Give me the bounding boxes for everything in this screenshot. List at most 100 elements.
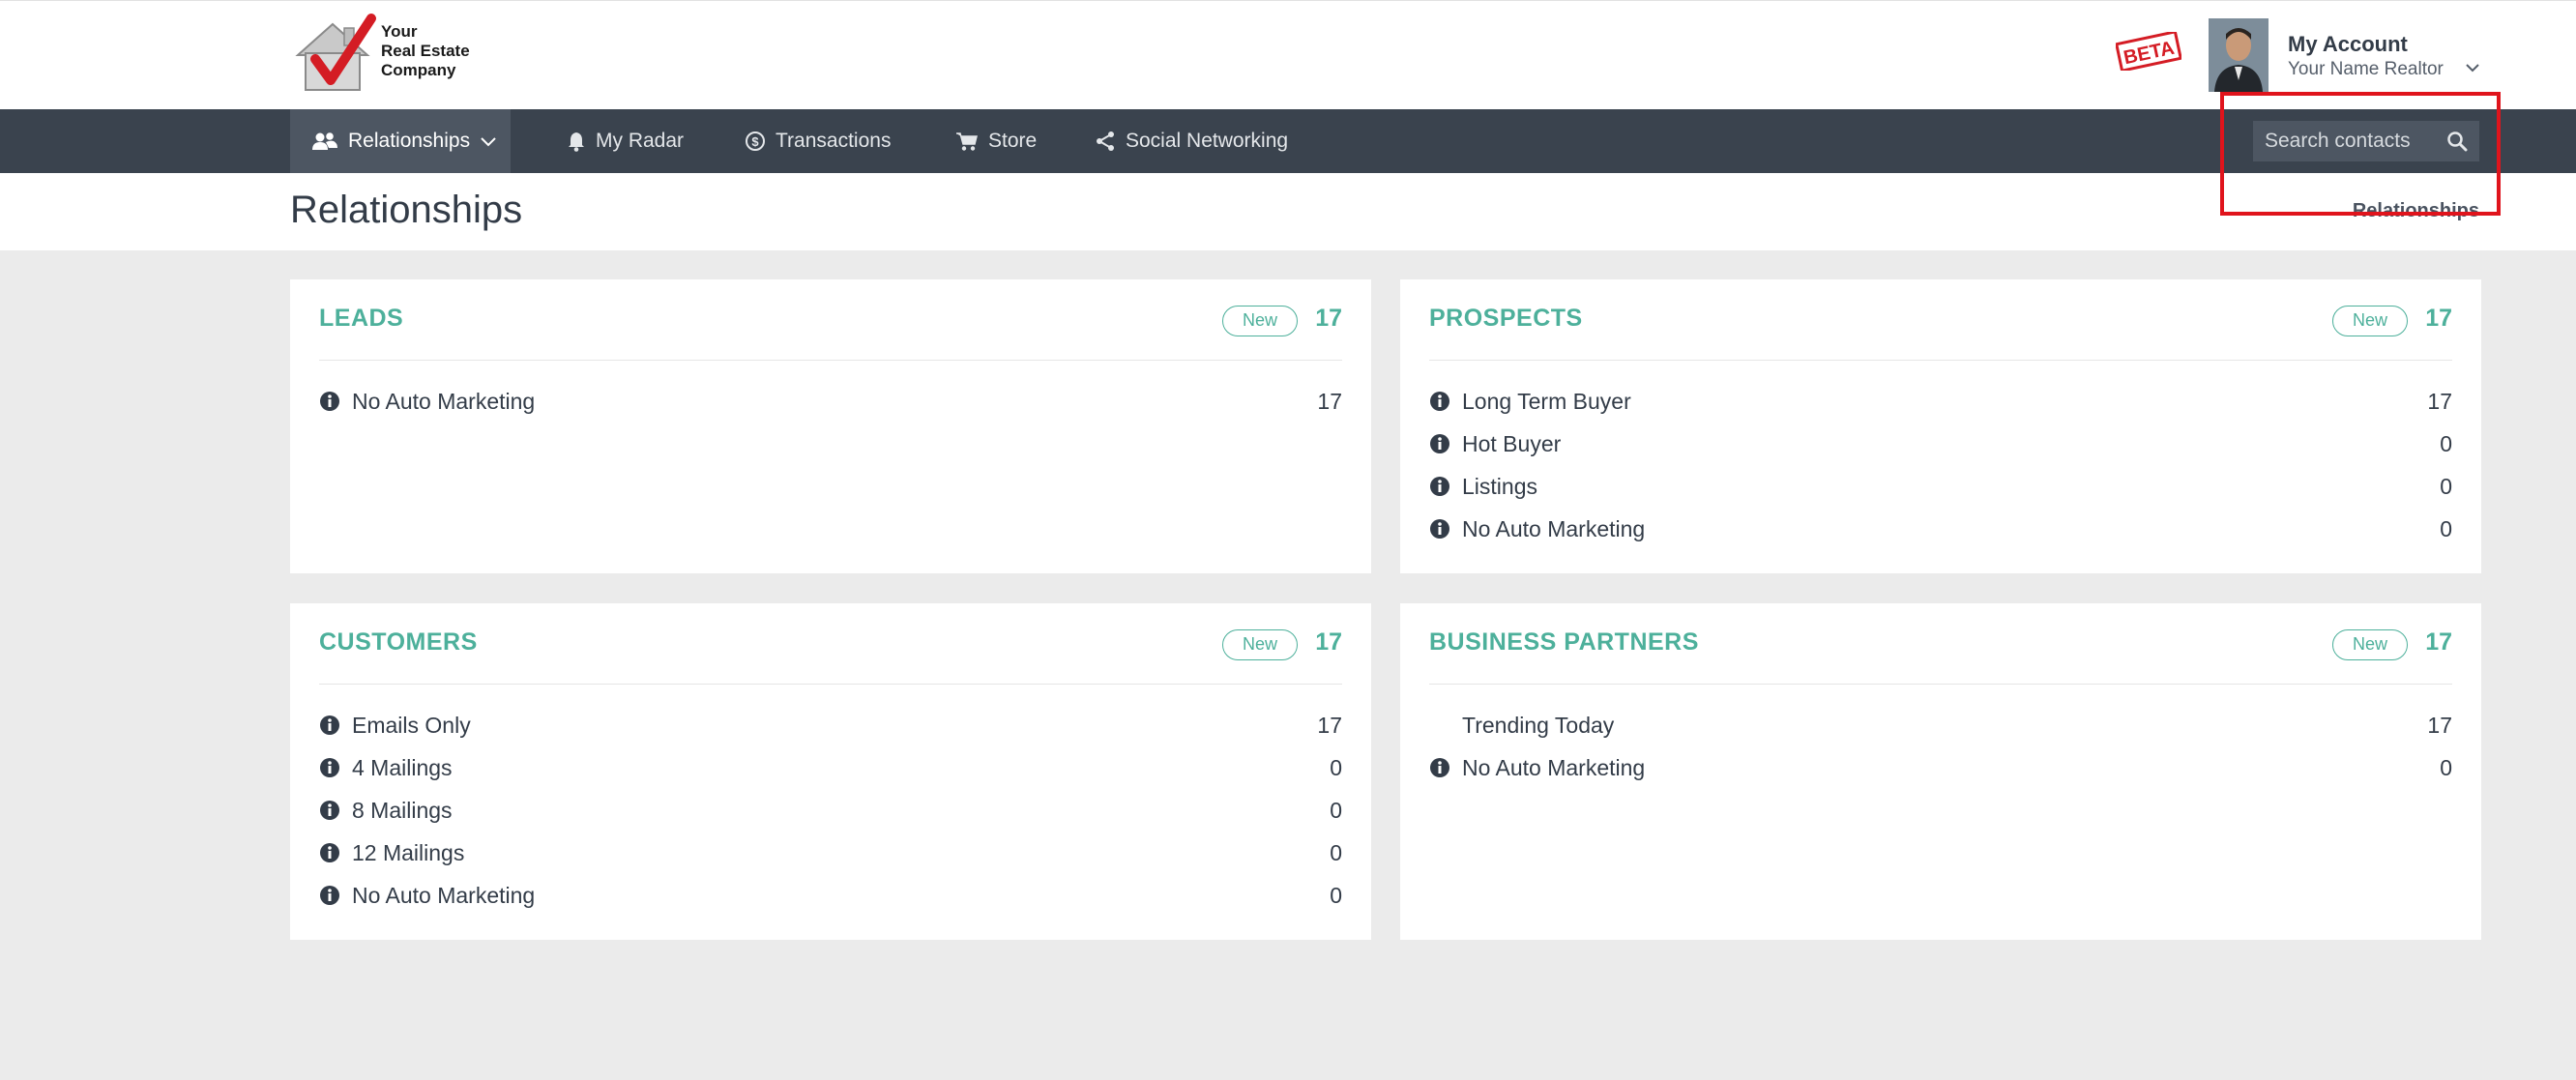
new-button[interactable]: New: [2332, 629, 2408, 660]
people-icon: [312, 132, 337, 150]
nav-relationships[interactable]: Relationships: [290, 109, 511, 173]
row-count: 0: [1330, 754, 1342, 780]
info-icon[interactable]: [1429, 433, 1450, 454]
panel-count[interactable]: 17: [2425, 628, 2452, 657]
panel-list: Trending Today 17 No Auto Marketing 0: [1429, 704, 2452, 789]
new-button[interactable]: New: [1222, 306, 1298, 336]
row-label: Long Term Buyer: [1462, 388, 1631, 414]
row-count: 17: [1317, 712, 1342, 738]
list-item[interactable]: No Auto Marketing 0: [1429, 746, 2452, 789]
page-title: Relationships: [290, 189, 523, 231]
list-item[interactable]: No Auto Marketing 0: [319, 874, 1342, 917]
panel-header: PROSPECTS New 17: [1429, 279, 2452, 361]
info-icon[interactable]: [1429, 476, 1450, 497]
main-nav: Relationships My Radar $ Transactions St…: [0, 109, 2576, 173]
list-item[interactable]: Long Term Buyer 17: [1429, 380, 2452, 423]
list-item[interactable]: Emails Only 17: [319, 704, 1342, 746]
bell-icon: [569, 132, 584, 152]
panel-customers: CUSTOMERS New 17 Emails Only 17 4 Mailin…: [290, 603, 1371, 940]
top-header: Your Real Estate Company BETA My Account…: [0, 0, 2576, 109]
svg-text:$: $: [751, 134, 759, 149]
row-count: 17: [2427, 712, 2452, 738]
panel-business-partners: BUSINESS PARTNERS New 17 Trending Today …: [1400, 603, 2481, 940]
list-item[interactable]: 4 Mailings 0: [319, 746, 1342, 789]
row-label: No Auto Marketing: [352, 388, 536, 414]
search-input[interactable]: [2253, 121, 2437, 161]
panel-header: CUSTOMERS New 17: [319, 603, 1342, 685]
nav-label: Relationships: [348, 130, 471, 152]
row-count: 0: [2440, 515, 2452, 541]
avatar[interactable]: [2209, 18, 2269, 92]
row-count: 17: [1317, 388, 1342, 414]
info-icon[interactable]: [1429, 757, 1450, 778]
info-icon[interactable]: [319, 757, 340, 778]
search-icon[interactable]: [2446, 131, 2468, 152]
info-icon[interactable]: [1429, 518, 1450, 540]
info-icon[interactable]: [319, 715, 340, 736]
dollar-circle-icon: $: [746, 131, 765, 151]
nav-label: Store: [988, 130, 1038, 152]
breadcrumb[interactable]: Relationships: [2353, 200, 2479, 222]
nav-social-networking[interactable]: Social Networking: [1073, 109, 1309, 173]
panel-title[interactable]: PROSPECTS: [1429, 305, 1583, 333]
panel-list: Long Term Buyer 17 Hot Buyer 0 Listings …: [1429, 380, 2452, 550]
panel-header: BUSINESS PARTNERS New 17: [1429, 603, 2452, 685]
row-count: 0: [1330, 882, 1342, 908]
panel-list: Emails Only 17 4 Mailings 0 8 Mailings 0…: [319, 704, 1342, 917]
row-count: 17: [2427, 388, 2452, 414]
list-item[interactable]: Trending Today 17: [1429, 704, 2452, 746]
row-count: 0: [2440, 473, 2452, 499]
nav-label: Transactions: [776, 130, 892, 152]
panel-title[interactable]: LEADS: [319, 305, 403, 333]
page-header: Relationships Relationships: [0, 173, 2576, 250]
new-button[interactable]: New: [2332, 306, 2408, 336]
panel-header: LEADS New 17: [319, 279, 1342, 361]
row-label: No Auto Marketing: [352, 882, 536, 908]
row-label: 12 Mailings: [352, 839, 465, 865]
panel-list: No Auto Marketing 17: [319, 380, 1342, 423]
panel-count[interactable]: 17: [1315, 628, 1342, 657]
chevron-down-icon[interactable]: [2464, 61, 2481, 74]
house-check-icon: [295, 14, 376, 91]
company-logo[interactable]: Your Real Estate Company: [290, 13, 483, 96]
info-icon[interactable]: [319, 800, 340, 821]
row-label: Hot Buyer: [1462, 430, 1562, 456]
info-icon[interactable]: [1429, 391, 1450, 412]
list-item[interactable]: 8 Mailings 0: [319, 789, 1342, 832]
chevron-down-icon: [481, 137, 496, 147]
account-name[interactable]: Your Name Realtor: [2288, 59, 2444, 80]
list-item[interactable]: Listings 0: [1429, 465, 2452, 508]
panel-title[interactable]: CUSTOMERS: [319, 628, 478, 657]
panel-title[interactable]: BUSINESS PARTNERS: [1429, 628, 1699, 657]
new-button[interactable]: New: [1222, 629, 1298, 660]
nav-store[interactable]: Store: [934, 109, 1058, 173]
nav-my-radar[interactable]: My Radar: [545, 109, 705, 173]
row-count: 0: [2440, 430, 2452, 456]
list-item[interactable]: No Auto Marketing 0: [1429, 508, 2452, 550]
panel-count[interactable]: 17: [2425, 305, 2452, 333]
info-icon[interactable]: [319, 842, 340, 863]
account-title[interactable]: My Account: [2288, 32, 2408, 57]
nav-transactions[interactable]: $ Transactions: [723, 109, 912, 173]
panel-prospects: PROSPECTS New 17 Long Term Buyer 17 Hot …: [1400, 279, 2481, 573]
row-label: Listings: [1462, 473, 1537, 499]
logo-text: Your Real Estate Company: [381, 22, 470, 79]
panel-count[interactable]: 17: [1315, 305, 1342, 333]
list-item[interactable]: 12 Mailings 0: [319, 832, 1342, 874]
info-icon[interactable]: [319, 885, 340, 906]
list-item[interactable]: No Auto Marketing 17: [319, 380, 1342, 423]
row-count: 0: [2440, 754, 2452, 780]
row-label: No Auto Marketing: [1462, 515, 1646, 541]
list-item[interactable]: Hot Buyer 0: [1429, 423, 2452, 465]
beta-badge: BETA: [2116, 32, 2181, 71]
nav-label: Social Networking: [1126, 130, 1289, 152]
row-label: No Auto Marketing: [1462, 754, 1646, 780]
row-count: 0: [1330, 797, 1342, 823]
user-photo-icon: [2209, 18, 2269, 92]
row-count: 0: [1330, 839, 1342, 865]
cart-icon: [956, 132, 978, 151]
panel-leads: LEADS New 17 No Auto Marketing 17: [290, 279, 1371, 573]
row-label: Trending Today: [1462, 712, 1615, 738]
search-box: [2253, 121, 2479, 161]
info-icon[interactable]: [319, 391, 340, 412]
